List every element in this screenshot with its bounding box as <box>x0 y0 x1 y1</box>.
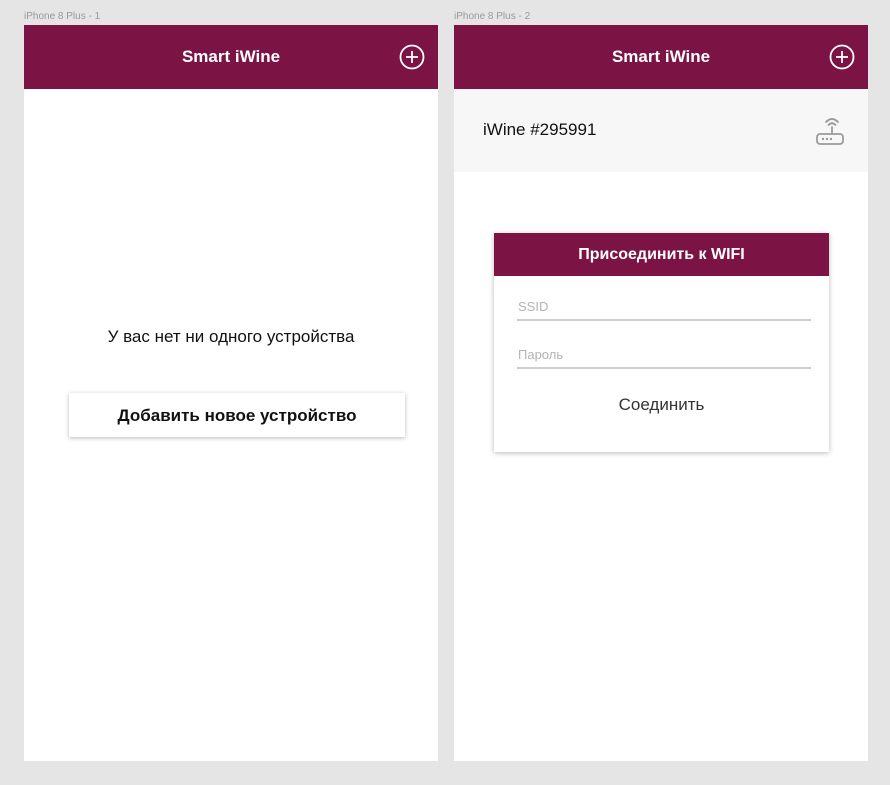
ssid-input[interactable] <box>517 293 811 321</box>
app-title: Smart iWine <box>181 47 281 66</box>
password-input[interactable] <box>517 341 811 369</box>
add-device-icon-button[interactable] <box>399 44 425 70</box>
screen-device-wifi: Smart iWine iWine #295991 Присоединить к <box>454 25 868 761</box>
screen-no-devices: Smart iWine У вас нет ни одного устройст… <box>24 25 438 761</box>
dialog-title: Присоединить к WIFI <box>494 233 829 276</box>
plus-circle-icon <box>829 44 855 70</box>
add-device-icon-button[interactable] <box>829 44 855 70</box>
router-icon[interactable] <box>814 114 846 146</box>
app-bar: Smart iWine <box>454 25 868 89</box>
wifi-connect-dialog: Присоединить к WIFI Соединить <box>494 233 829 452</box>
empty-state-message: У вас нет ни одного устройства <box>107 327 355 346</box>
plus-circle-icon <box>399 44 425 70</box>
add-new-device-button[interactable]: Добавить новое устройство <box>69 393 405 437</box>
device-list-item[interactable]: iWine #295991 <box>454 89 868 172</box>
device-name: iWine #295991 <box>483 120 597 139</box>
connect-button[interactable]: Соединить <box>494 395 829 415</box>
app-title: Smart iWine <box>611 47 711 66</box>
router-wifi-icon <box>816 118 844 145</box>
artboard-label-2: iPhone 8 Plus - 2 <box>454 11 531 22</box>
artboard-label-1: iPhone 8 Plus - 1 <box>24 11 101 22</box>
app-bar: Smart iWine <box>24 25 438 89</box>
